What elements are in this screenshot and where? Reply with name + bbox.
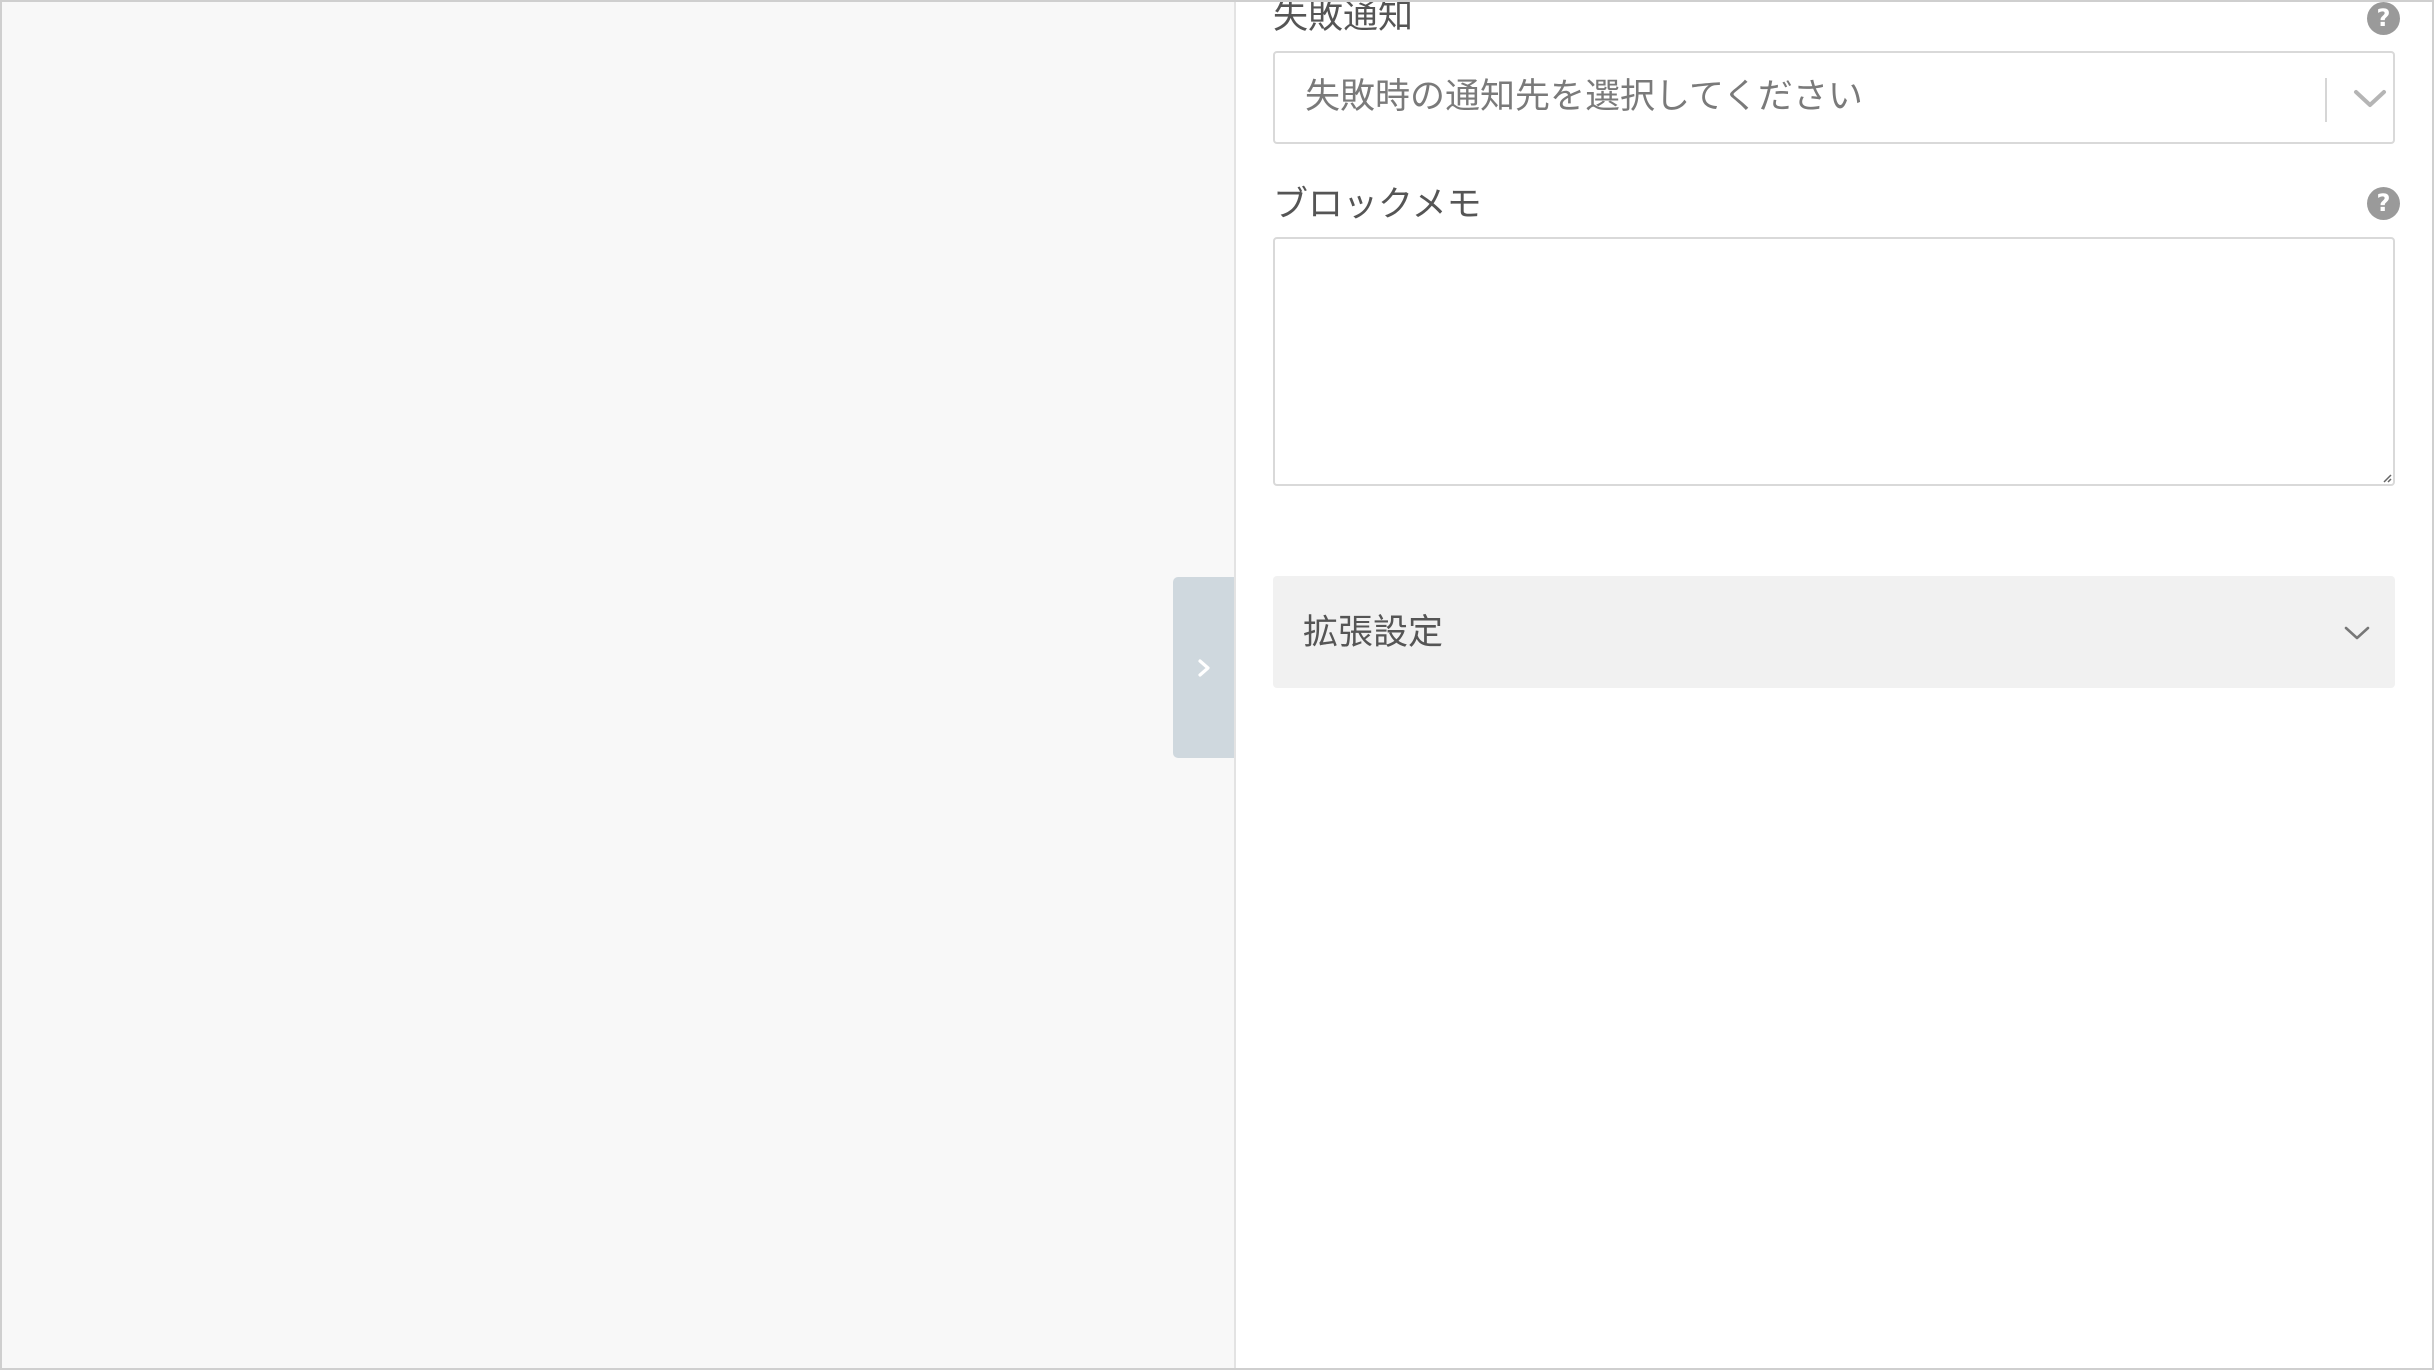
chevron-down-icon [2344,626,2370,640]
failure-notification-help-icon[interactable]: ? [2367,2,2400,35]
chevron-down-icon[interactable] [2350,81,2390,117]
resize-grip-icon[interactable] [2382,473,2392,483]
chevron-right-icon [1197,658,1210,677]
panel-toggle-button[interactable] [1173,577,1234,758]
block-memo-textarea[interactable] [1273,237,2395,486]
block-memo-help-icon[interactable]: ? [2367,187,2400,220]
failure-notification-label: 失敗通知 [1273,0,1414,37]
flow-canvas[interactable] [2,2,1236,1368]
advanced-settings-accordion[interactable]: 拡張設定 [1273,576,2395,688]
settings-panel: 失敗通知 ? 失敗時の通知先を選択してください ブロックメモ ? 拡張設定 [1236,2,2432,1368]
block-memo-label: ブロックメモ [1273,185,1482,225]
select-divider [2325,78,2327,122]
app-window: 失敗通知 ? 失敗時の通知先を選択してください ブロックメモ ? 拡張設定 [0,0,2434,1370]
advanced-settings-title: 拡張設定 [1303,613,1444,653]
failure-notification-placeholder: 失敗時の通知先を選択してください [1305,77,1863,117]
failure-notification-select[interactable]: 失敗時の通知先を選択してください [1273,51,2395,144]
